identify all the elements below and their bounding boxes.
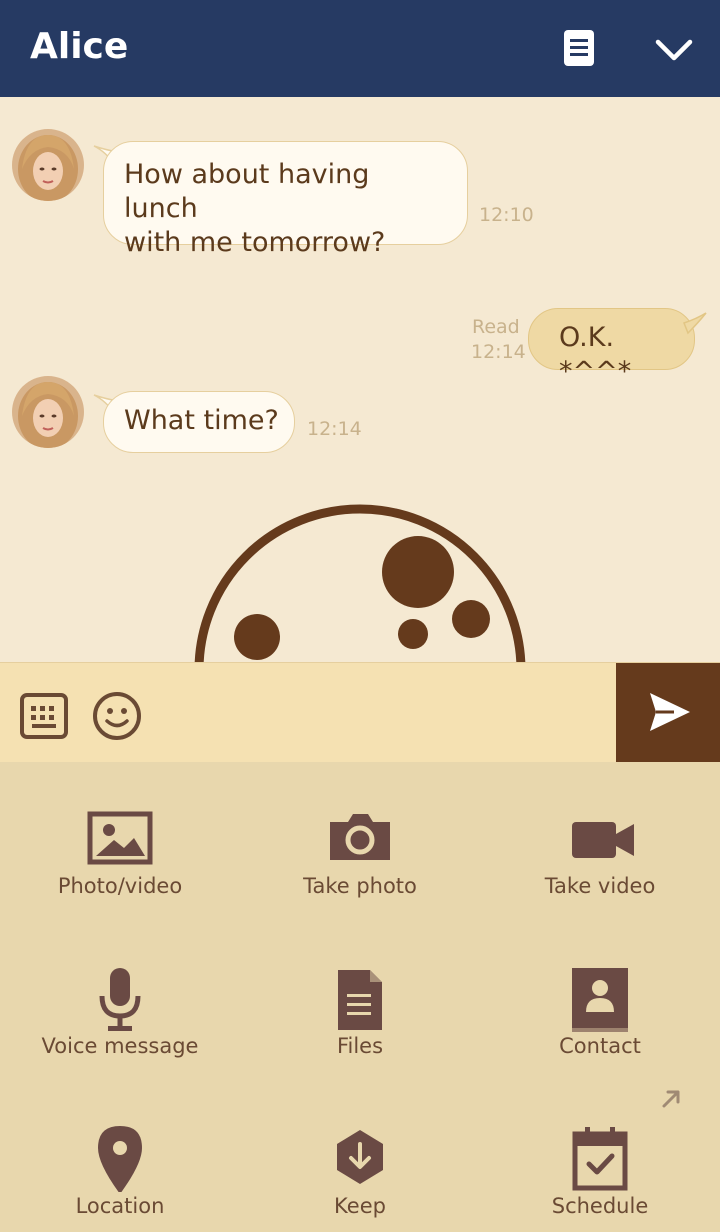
menu-item-label: Schedule <box>551 1194 649 1218</box>
emoji-icon[interactable] <box>92 691 142 741</box>
message-bubble-incoming[interactable]: What time? <box>103 391 295 453</box>
camera-icon <box>330 814 390 860</box>
send-button[interactable] <box>616 663 720 763</box>
menu-item-label: Keep <box>334 1194 386 1218</box>
image-icon <box>87 811 153 865</box>
avatar[interactable] <box>12 129 84 201</box>
keyboard-icon[interactable] <box>20 693 68 739</box>
chat-title: Alice <box>30 26 129 67</box>
menu-item-label: Location <box>75 1194 165 1218</box>
read-status: Read <box>472 316 520 338</box>
message-time: 12:14 <box>307 418 362 440</box>
send-icon <box>650 693 690 731</box>
menu-item-files[interactable]: Files <box>240 934 480 1084</box>
menu-item-label: Contact <box>559 1034 641 1058</box>
menu-item-keep[interactable]: Keep <box>240 1094 480 1232</box>
menu-item-schedule[interactable]: Schedule <box>480 1094 720 1232</box>
avatar-photo <box>12 376 84 448</box>
calendar-icon <box>572 1127 628 1191</box>
chat-header: Alice <box>0 0 720 97</box>
microphone-icon <box>99 968 141 1031</box>
menu-item-label: Files <box>336 1034 384 1058</box>
avatar-photo <box>12 129 84 201</box>
menu-item-contact[interactable]: Contact <box>480 934 720 1084</box>
message-time: 12:10 <box>479 204 534 226</box>
message-bubble-incoming[interactable]: How about having lunch with me tomorrow? <box>103 141 468 258</box>
message-input-bar[interactable] <box>0 662 720 763</box>
message-text-line: How about having lunch <box>124 159 370 224</box>
message-time: 12:14 <box>471 341 526 363</box>
video-camera-icon <box>572 822 634 858</box>
keep-icon <box>337 1130 383 1184</box>
menu-item-label: Take video <box>544 874 656 898</box>
cookie-decoration <box>194 504 526 662</box>
menu-item-location[interactable]: Location <box>0 1094 240 1232</box>
bubble-tail <box>683 312 707 335</box>
message-text-line: with me tomorrow? <box>124 227 386 258</box>
menu-item-take-photo[interactable]: Take photo <box>240 774 480 924</box>
message-text: O.K. *^^* <box>559 322 632 387</box>
attachment-menu: Photo/video Take photo Take video Voice … <box>0 762 720 1232</box>
menu-item-label: Take photo <box>303 874 417 898</box>
location-pin-icon <box>98 1126 142 1192</box>
menu-item-voice-message[interactable]: Voice message <box>0 934 240 1084</box>
chat-area[interactable]: How about having lunch with me tomorrow?… <box>0 97 720 662</box>
avatar[interactable] <box>12 376 84 448</box>
menu-item-label: Photo/video <box>57 874 183 898</box>
menu-item-take-video[interactable]: Take video <box>480 774 720 924</box>
chevron-down-icon[interactable] <box>652 32 696 68</box>
menu-item-label: Voice message <box>41 1034 199 1058</box>
notes-icon[interactable] <box>562 28 596 68</box>
message-text: What time? <box>124 405 279 436</box>
menu-item-photo-video[interactable]: Photo/video <box>0 774 240 924</box>
file-icon <box>338 970 382 1030</box>
contact-icon <box>572 968 628 1032</box>
expand-arrow-icon[interactable] <box>660 1088 682 1110</box>
message-bubble-outgoing[interactable]: O.K. *^^* <box>528 308 695 387</box>
